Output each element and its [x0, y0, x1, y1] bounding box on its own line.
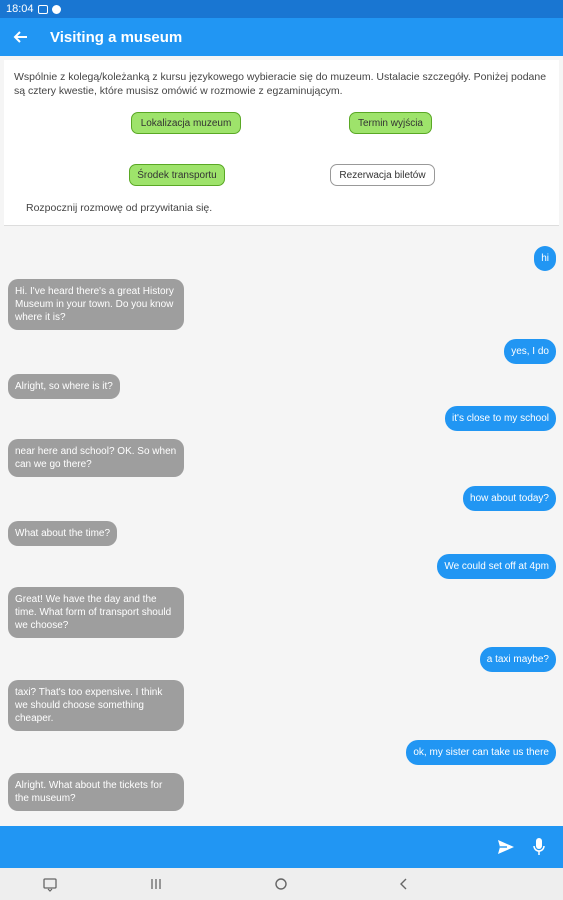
task-card: Wspólnie z kolegą/koleżanką z kursu języ…	[4, 60, 559, 226]
user-message: a taxi maybe?	[479, 647, 556, 672]
bot-message: Great! We have the day and the time. Wha…	[8, 587, 184, 638]
user-message: hi	[534, 246, 556, 271]
notification-icon	[51, 4, 61, 14]
back-button[interactable]	[0, 18, 40, 56]
message-input-bar[interactable]	[0, 826, 563, 868]
user-message: We could set off at 4pm	[437, 554, 556, 579]
topic-label: Środek transportu	[137, 169, 217, 181]
bot-message: taxi? That's too expensive. I think we s…	[8, 680, 184, 731]
chat-list[interactable]: hi Hi. I've heard there's a great Histor…	[0, 228, 563, 826]
arrow-left-icon	[13, 31, 27, 43]
status-time: 18:04	[6, 3, 34, 15]
topic-chip[interactable]: Termin wyjścia	[349, 112, 432, 134]
user-message: yes, I do	[504, 339, 556, 364]
topic-label: Rezerwacja biletów	[339, 169, 426, 181]
app-bar: Visiting a museum	[0, 18, 563, 56]
topic-chip[interactable]: Środek transportu	[129, 164, 225, 186]
system-nav-bar	[0, 868, 563, 900]
start-hint: Rozpocznij rozmowę od przywitania się.	[26, 202, 213, 214]
topic-chip[interactable]: Rezerwacja biletów	[330, 164, 435, 186]
topic-chip[interactable]: Lokalizacja muzeum	[131, 112, 241, 134]
home-icon[interactable]	[273, 876, 289, 892]
topic-label: Lokalizacja muzeum	[140, 117, 232, 129]
screenshot-icon	[37, 4, 48, 14]
status-bar: 18:04	[0, 0, 563, 18]
send-icon[interactable]	[496, 837, 516, 857]
recent-apps-icon[interactable]	[148, 876, 164, 892]
bot-message: Hi. I've heard there's a great History M…	[8, 279, 184, 330]
user-message: how about today?	[463, 486, 556, 511]
bot-message: near here and school? OK. So when can we…	[8, 439, 184, 477]
microphone-icon[interactable]	[532, 837, 546, 857]
user-message: ok, my sister can take us there	[406, 740, 556, 765]
keyboard-hide-icon[interactable]	[42, 876, 58, 892]
back-nav-icon[interactable]	[396, 876, 412, 892]
user-message: it's close to my school	[445, 406, 556, 431]
task-instruction: Wspólnie z kolegą/koleżanką z kursu języ…	[14, 71, 547, 97]
bot-message: Alright, so where is it?	[8, 374, 120, 399]
page-title: Visiting a museum	[50, 28, 183, 46]
bot-message: Alright. What about the tickets for the …	[8, 773, 184, 811]
bot-message: What about the time?	[8, 521, 118, 546]
topic-label: Termin wyjścia	[357, 117, 423, 129]
